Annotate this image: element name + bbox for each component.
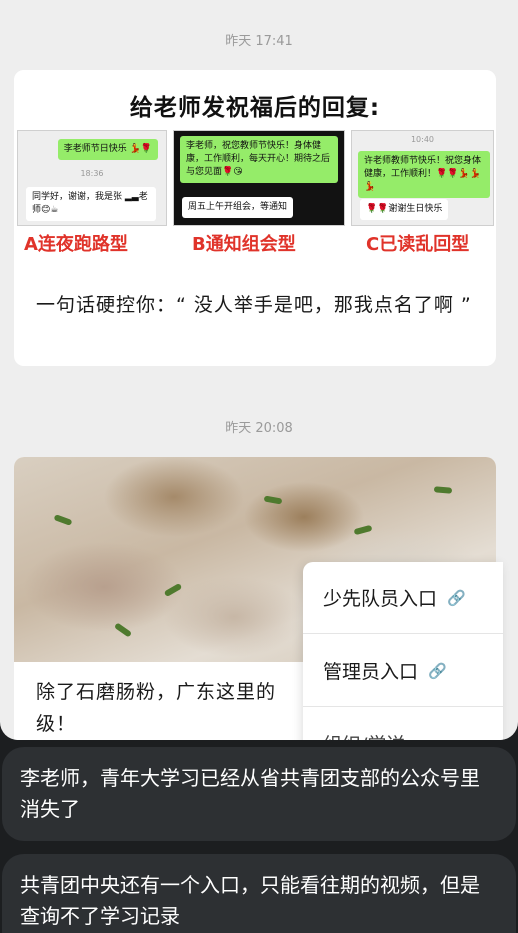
message-text: 李老师，青年大学习已经从省共青团支部的公众号里消失了: [20, 766, 480, 821]
article-title-line2: 级！: [36, 713, 77, 735]
category-label-a: A连夜跑路型: [24, 234, 128, 255]
cover-headline: 给老师发祝福后的回复:: [129, 95, 381, 121]
popup-menu: 少先队员入口 🔗 管理员入口 🔗 组织/学送: [303, 562, 503, 740]
article-title: 一句话硬控你：“ 没人举手是吧，那我点名了啊 ”: [36, 294, 472, 316]
chat-time: 18:36: [80, 169, 104, 178]
chat-bubble: 许老师教师节快乐！祝您身体健康，工作顺利！🌹🌹💃💃💃: [358, 151, 490, 198]
article-title-line1: 除了石磨肠粉，广东这里的: [36, 681, 277, 703]
category-label-c: C已读乱回型: [366, 234, 470, 255]
chat-panel: 昨天 17:41 给老师发祝福后的回复: 李老师节日快乐 💃🌹 18:36 同学…: [0, 0, 518, 740]
menu-item-label: 少先队员入口: [323, 588, 438, 610]
article-cover-image: 给老师发祝福后的回复: 李老师节日快乐 💃🌹 18:36 同学好，谢谢，我是张 …: [14, 70, 496, 275]
chat-bubble: 李老师节日快乐 💃🌹: [57, 139, 158, 160]
timestamp: 昨天 20:08: [225, 421, 293, 436]
chat-bubble: 李老师，祝您教师节快乐！身体健康，工作顺利，每天开心！期待之后与您见面🌹😘: [180, 136, 338, 183]
message-bubble[interactable]: 李老师，青年大学习已经从省共青团支部的公众号里消失了: [2, 747, 516, 841]
chat-time: 10:40: [410, 135, 435, 144]
menu-item-admin[interactable]: 管理员入口 🔗: [303, 635, 503, 707]
chat-bubble: 同学好，谢谢，我是张 ▂▃老师😊☕: [26, 187, 156, 221]
message-bubble[interactable]: 共青团中央还有一个入口，只能看往期的视频，但是查询不了学习记录: [2, 854, 516, 933]
link-icon: 🔗: [428, 661, 447, 680]
link-icon: 🔗: [447, 588, 466, 607]
timestamp: 昨天 17:41: [225, 34, 293, 49]
menu-item-organization[interactable]: 组织/学送: [303, 708, 503, 740]
chat-bubble: 🌹🌹谢谢生日快乐: [360, 199, 449, 220]
chat-screenshot-b: 李老师，祝您教师节快乐！身体健康，工作顺利，每天开心！期待之后与您见面🌹😘 周五…: [173, 130, 345, 226]
article-card[interactable]: 给老师发祝福后的回复: 李老师节日快乐 💃🌹 18:36 同学好，谢谢，我是张 …: [14, 70, 496, 366]
message-text: 共青团中央还有一个入口，只能看往期的视频，但是查询不了学习记录: [20, 873, 480, 928]
menu-item-label: 管理员入口: [323, 661, 419, 683]
menu-item-label: 组织/学送: [323, 730, 405, 740]
chat-bubble: 周五上午开组会，等通知: [182, 197, 294, 218]
chat-screenshot-a: 李老师节日快乐 💃🌹 18:36 同学好，谢谢，我是张 ▂▃老师😊☕: [17, 130, 167, 226]
category-label-b: B通知组会型: [192, 234, 296, 255]
chat-screenshot-c: 10:40 许老师教师节快乐！祝您身体健康，工作顺利！🌹🌹💃💃💃 🌹🌹谢谢生日快…: [351, 130, 494, 226]
menu-item-young-pioneers[interactable]: 少先队员入口 🔗: [303, 562, 503, 634]
